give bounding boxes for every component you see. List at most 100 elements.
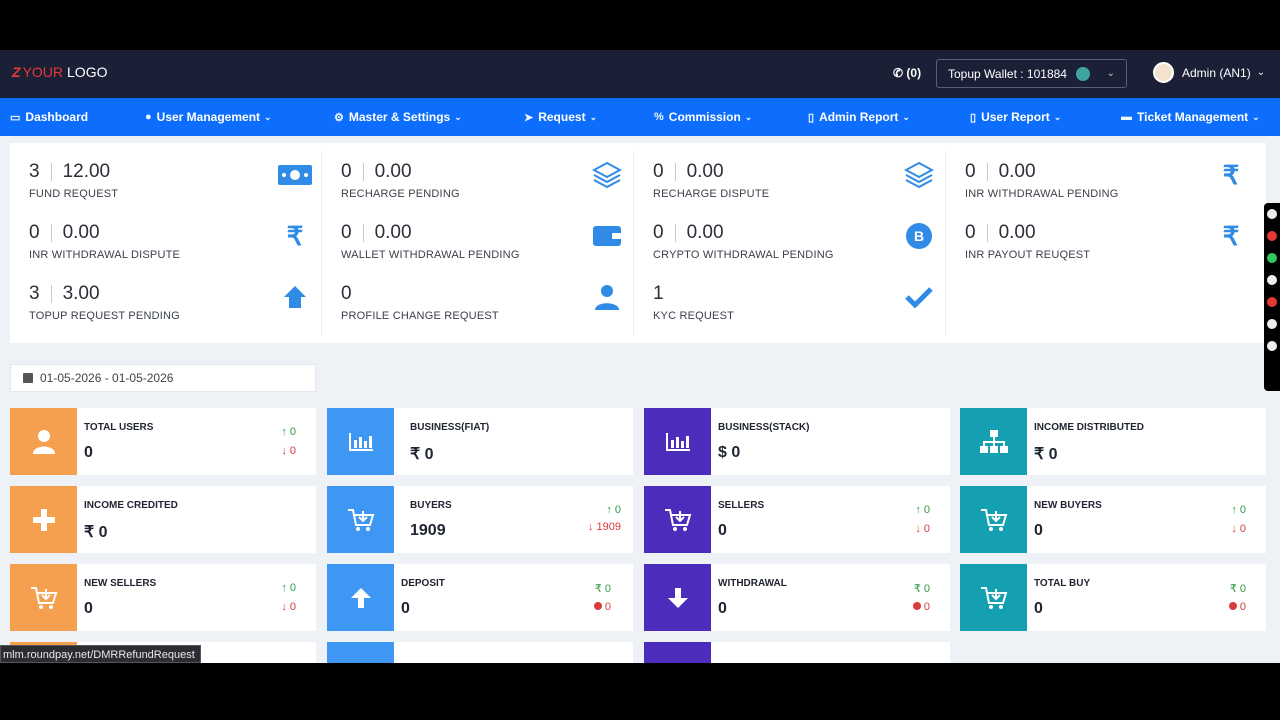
- arrow-up-icon: [327, 564, 394, 631]
- chevron-down-icon: ⌄: [264, 111, 272, 122]
- stat-amount: 0.00: [686, 161, 724, 182]
- card-new-sellers[interactable]: NEW SELLERS 0 ↑ 0 ↓ 0: [10, 564, 316, 631]
- chevron-down-icon: ⌄: [1256, 67, 1266, 78]
- nav-label: Master & Settings: [348, 110, 451, 124]
- dashboard-content: 3 12.00 FUND REQUEST 0 0.00 RECHARGE PENDI…: [0, 136, 1280, 663]
- layers-icon: [902, 161, 936, 189]
- nav-dashboard[interactable]: ▭ Dashboard: [10, 110, 88, 124]
- nav-ticket-management[interactable]: ▬ Ticket Management ⌄: [1121, 110, 1260, 124]
- card-withdrawal[interactable]: WITHDRAWAL 0 ₹ 0 0: [644, 564, 950, 631]
- record-icon[interactable]: [1267, 231, 1277, 241]
- camera-icon[interactable]: [1267, 209, 1277, 219]
- bar-chart-icon: [644, 408, 711, 475]
- percent-icon: %: [654, 111, 664, 123]
- stat-recharge-dispute[interactable]: 0 0.00 RECHARGE DISPUTE: [634, 143, 946, 204]
- user-icon: ●: [145, 111, 152, 123]
- screen-recorder-toolbar[interactable]: [1264, 203, 1280, 391]
- stat-count: 0: [653, 161, 664, 182]
- stat-inr-withdrawal-pending[interactable]: 0 0.00 INR WITHDRAWAL PENDING ₹: [946, 143, 1258, 204]
- card-title: SELLERS: [718, 500, 765, 511]
- card-income-credited[interactable]: INCOME CREDITED ₹ 0: [10, 486, 316, 553]
- card-business-stack[interactable]: BUSINESS(STACK) $ 0: [644, 408, 950, 475]
- rupee-icon: ₹: [286, 220, 304, 251]
- paper-plane-icon: ➤: [524, 111, 534, 124]
- stat-fund-request[interactable]: 3 12.00 FUND REQUEST: [10, 143, 322, 204]
- ticket-icon: ▬: [1121, 111, 1132, 123]
- file-icon: ▯: [808, 111, 815, 124]
- admin-menu[interactable]: Admin (AN1) ⌄: [1153, 62, 1265, 83]
- stat-inr-payout-request[interactable]: 0 0.00 INR PAYOUT REUQEST ₹: [946, 204, 1258, 265]
- wallet-icon: [590, 222, 624, 250]
- stat-amount: 0.00: [374, 161, 412, 182]
- card-total-users[interactable]: TOTAL USERS 0 ↑ 0 ↓ 0: [10, 408, 316, 475]
- stat-wallet-withdrawal-pending[interactable]: 0 0.00 WALLET WITHDRAWAL PENDING: [322, 204, 634, 265]
- card-business-fiat[interactable]: BUSINESS(FIAT) ₹ 0: [327, 408, 633, 475]
- gears-icon: ⚙: [334, 111, 344, 124]
- nav-admin-report[interactable]: ▯ Admin Report ⌄: [808, 110, 910, 124]
- stat-count: 0: [29, 222, 40, 243]
- nav-master-settings[interactable]: ⚙ Master & Settings ⌄: [334, 110, 462, 124]
- card-total-buy[interactable]: TOTAL BUY 0 ₹ 0 0: [960, 564, 1266, 631]
- nav-label: Request: [538, 110, 586, 124]
- arrow-down-icon: [644, 564, 711, 631]
- stat-kyc-request[interactable]: 1 KYC REQUEST: [634, 265, 946, 326]
- card-value: 0: [1034, 522, 1043, 539]
- stat-amount: 0.00: [998, 161, 1036, 182]
- phone-icon: ✆: [893, 66, 904, 80]
- nav-request[interactable]: ➤ Request ⌄: [524, 110, 597, 124]
- stat-amount: 0.00: [686, 222, 724, 243]
- chevron-down-icon: ⌄: [1106, 68, 1115, 79]
- cart-icon: [960, 564, 1027, 631]
- status-bar-url: mlm.roundpay.net/DMRRefundRequest: [0, 645, 201, 663]
- phone-count[interactable]: ✆ (0): [893, 66, 921, 80]
- stat-count: 3: [29, 161, 40, 182]
- stat-label: TOPUP REQUEST PENDING: [29, 310, 180, 322]
- logo-text-your: YOUR: [22, 64, 64, 80]
- card-partial[interactable]: [644, 642, 950, 663]
- card-title: NEW BUYERS: [1034, 500, 1102, 511]
- date-range-picker[interactable]: 01-05-2026 - 01-05-2026: [10, 364, 316, 392]
- card-title: BUYERS: [410, 500, 452, 511]
- stat-inr-withdrawal-dispute[interactable]: 0 0.00 INR WITHDRAWAL DISPUTE ₹: [10, 204, 322, 265]
- screen-icon[interactable]: [1267, 319, 1277, 329]
- card-value: 0: [1034, 600, 1043, 617]
- calendar-icon: [23, 373, 33, 383]
- microphone-icon[interactable]: [1267, 253, 1277, 263]
- card-partial[interactable]: [327, 642, 633, 663]
- monitor-icon: ▭: [10, 111, 21, 124]
- money-icon: [278, 161, 312, 189]
- gear-icon[interactable]: [1267, 341, 1277, 351]
- speaker-icon[interactable]: [1267, 275, 1277, 285]
- stat-label: INR PAYOUT REUQEST: [965, 249, 1091, 261]
- card-up-amount: ₹ 0: [594, 583, 611, 595]
- card-sellers[interactable]: SELLERS 0 ↑ 0 ↓ 0: [644, 486, 950, 553]
- card-new-buyers[interactable]: NEW BUYERS 0 ↑ 0 ↓ 0: [960, 486, 1266, 553]
- card-title: WITHDRAWAL: [718, 578, 787, 589]
- card-deposit[interactable]: DEPOSIT 0 ₹ 0 0: [327, 564, 633, 631]
- stat-profile-change-request[interactable]: 0 PROFILE CHANGE REQUEST: [322, 265, 634, 326]
- card-income-distributed[interactable]: INCOME DISTRIBUTED ₹ 0: [960, 408, 1266, 475]
- card-up-count: ↑ 0: [281, 582, 296, 594]
- topup-wallet-dropdown[interactable]: Topup Wallet : 101884 ⌄: [936, 59, 1127, 88]
- nav-user-management[interactable]: ● User Management ⌄: [145, 110, 272, 124]
- card-buyers[interactable]: BUYERS 1909 ↑ 0 ↓ 1909: [327, 486, 633, 553]
- stat-label: RECHARGE PENDING: [341, 188, 460, 200]
- chevron-down-icon: ⌄: [1053, 111, 1062, 122]
- logo-mark: Z: [12, 64, 21, 80]
- main-nav: ▭ Dashboard ● User Management ⌄ ⚙ Master…: [0, 98, 1280, 136]
- nav-commission[interactable]: % Commission ⌄: [654, 110, 752, 124]
- nav-label: Commission: [668, 110, 741, 124]
- card-up-amount: ₹ 0: [913, 583, 930, 595]
- nav-label: User Management: [156, 110, 261, 124]
- phone-count-label: (0): [906, 66, 922, 80]
- stat-recharge-pending[interactable]: 0 0.00 RECHARGE PENDING: [322, 143, 634, 204]
- card-title: NEW SELLERS: [84, 578, 157, 589]
- card-down-count: ↓ 0: [1231, 523, 1246, 535]
- webcam-icon[interactable]: [1267, 297, 1277, 307]
- stat-crypto-withdrawal-pending[interactable]: 0 0.00 CRYPTO WITHDRAWAL PENDING B: [634, 204, 946, 265]
- logo[interactable]: Z YOUR LOGO: [12, 64, 107, 80]
- nav-user-report[interactable]: ▯ User Report ⌄: [970, 110, 1061, 124]
- stat-topup-request-pending[interactable]: 3 3.00 TOPUP REQUEST PENDING: [10, 265, 322, 326]
- card-value: 0: [401, 600, 410, 617]
- card-value: 0: [84, 600, 93, 617]
